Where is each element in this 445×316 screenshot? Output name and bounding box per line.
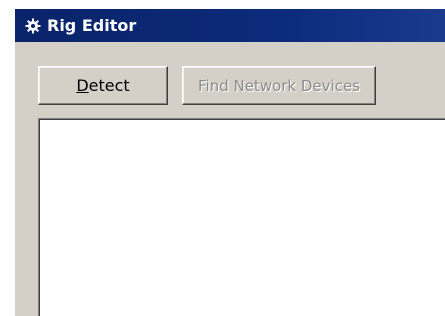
window-title: Rig Editor [47,16,137,35]
find-network-devices-label: Find Network Devices [197,76,360,95]
find-network-devices-button[interactable]: Find Network Devices [182,66,376,105]
devices-list[interactable] [38,118,445,316]
window-body: Detect Find Network Devices [15,42,445,316]
detect-button-label: Detect [76,76,129,95]
detect-mnemonic: D [76,76,89,95]
detect-button[interactable]: Detect [38,66,168,105]
title-bar[interactable]: Rig Editor [15,9,445,42]
rig-editor-window: Rig Editor Detect Find Network Devices [14,9,445,316]
gear-icon [25,18,41,34]
detect-label-rest: etect [88,76,130,95]
